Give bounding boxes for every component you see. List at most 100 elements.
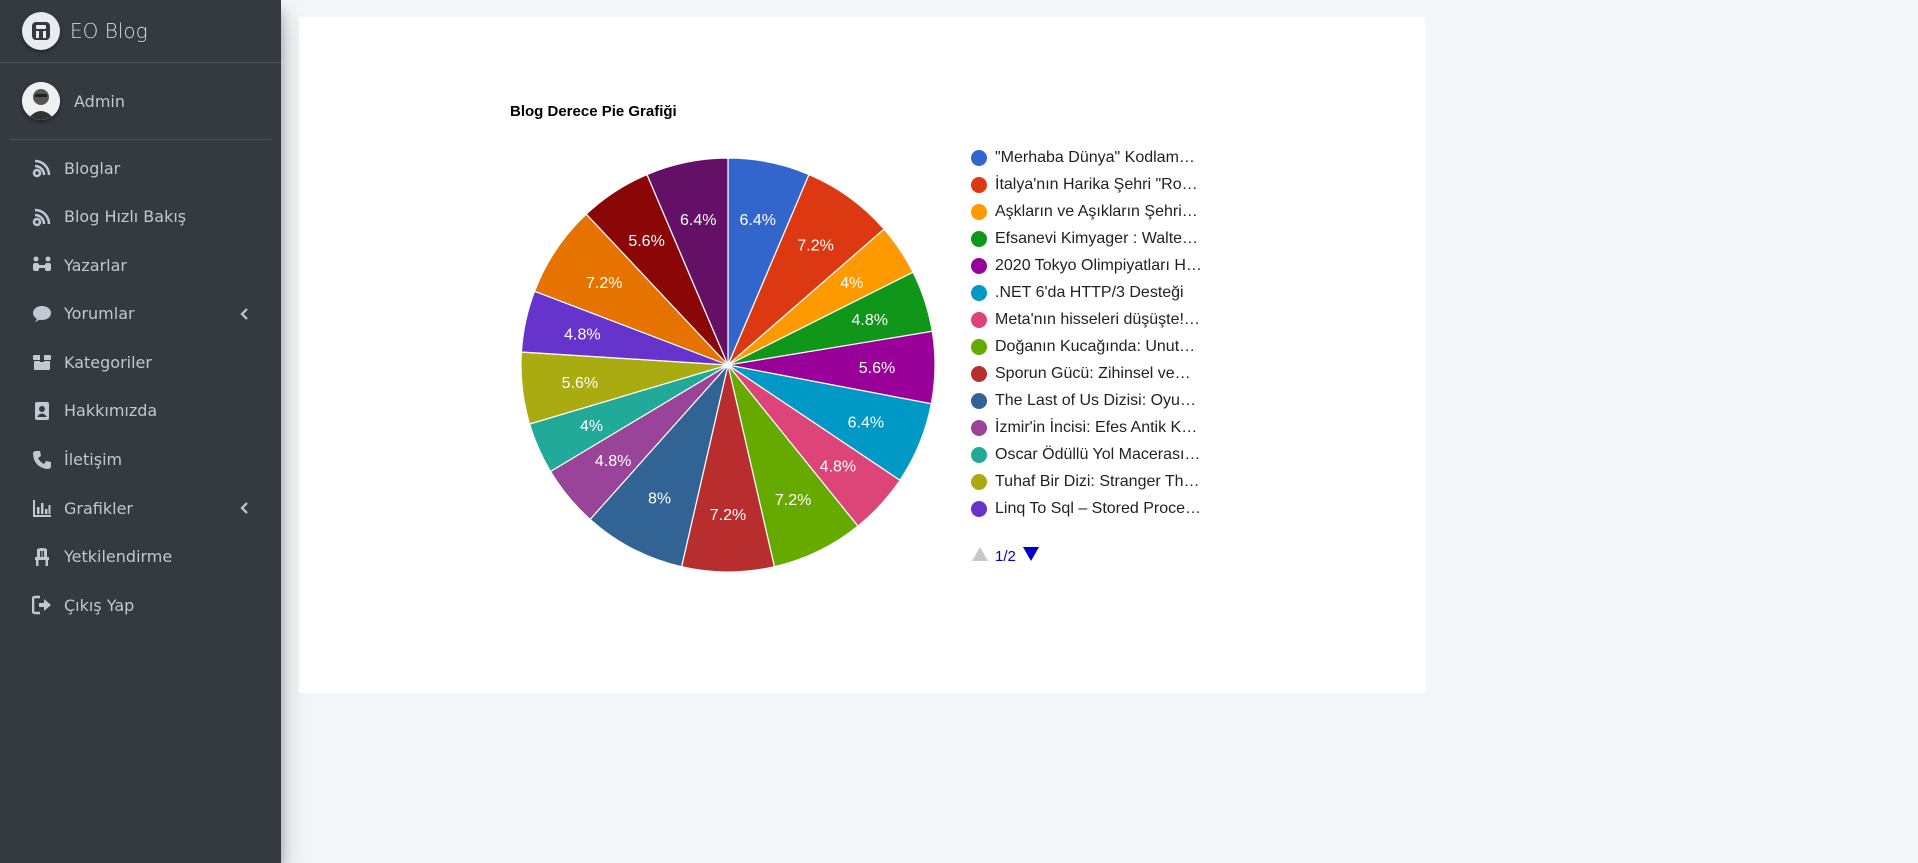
pie-slice-label: 6.4%	[680, 212, 716, 229]
sidebar-item-bloglar[interactable]: Bloglar	[10, 148, 271, 188]
sidebar: EO Blog Admin Bloglar Blog Hızlı Bakış Y…	[0, 0, 281, 863]
legend-item[interactable]: Meta'nın hisseleri düşüşte!…	[971, 306, 1202, 333]
legend-label: "Merhaba Dünya" Kodlam…	[995, 148, 1195, 166]
legend-label: .NET 6'da HTTP/3 Desteği	[995, 283, 1184, 301]
sidebar-item-yazarlar[interactable]: Yazarlar	[10, 245, 271, 285]
sidebar-item-label: Kategoriler	[64, 352, 152, 372]
sidebar-item-label: Bloglar	[64, 158, 121, 178]
sidebar-item-iletisim[interactable]: İletişim	[10, 440, 271, 480]
legend-label: Meta'nın hisseleri düşüşte!…	[995, 310, 1200, 328]
pie-slice-label: 8%	[648, 490, 671, 507]
pie-slice-label: 4.8%	[564, 326, 600, 343]
user-panel[interactable]: Admin	[10, 63, 271, 140]
legend-pager: 1/2	[971, 546, 1040, 566]
pie-slice-label: 4.8%	[595, 453, 631, 470]
pie-slice-label: 4%	[840, 275, 863, 292]
pie-slice-label: 6.4%	[740, 212, 776, 229]
legend-label: Tuhaf Bir Dizi: Stranger Th…	[995, 472, 1200, 490]
legend-label: İzmir'in İncisi: Efes Antik K…	[995, 418, 1198, 436]
pie-slice-label: 4.8%	[852, 312, 888, 329]
sidebar-item-label: Çıkış Yap	[64, 595, 135, 615]
legend-label: The Last of Us Dizisi: Oyu…	[995, 391, 1196, 409]
sidebar-item-cikis-yap[interactable]: Çıkış Yap	[10, 585, 271, 625]
chart-card: Blog Derece Pie Grafiği 6.4% 7.2% 4% 4.8% 5.…	[299, 17, 1425, 693]
avatar[interactable]	[22, 82, 60, 120]
sidebar-item-kategoriler[interactable]: Kategoriler	[10, 342, 271, 382]
pager-text: 1/2	[995, 547, 1016, 565]
legend-item[interactable]: İzmir'in İncisi: Efes Antik K…	[971, 414, 1202, 441]
chevron-left-icon	[239, 500, 249, 519]
legend-label: Linq To Sql – Stored Proce…	[995, 499, 1202, 517]
legend-item[interactable]: İtalya'nın Harika Şehri "Ro…	[971, 171, 1202, 198]
legend-item[interactable]: Linq To Sql – Stored Proce…	[971, 495, 1202, 522]
address-book-icon	[30, 399, 54, 423]
sidebar-item-label: Hakkımızda	[64, 401, 158, 421]
sidebar-item-yetkilendirme[interactable]: Yetkilendirme	[10, 537, 271, 577]
legend-swatch	[971, 149, 987, 166]
legend-item[interactable]: .NET 6'da HTTP/3 Desteği	[971, 279, 1202, 306]
sidebar-item-grafikler[interactable]: Grafikler	[10, 488, 271, 528]
users-icon	[30, 253, 54, 277]
legend-swatch	[971, 257, 987, 274]
comment-icon	[30, 302, 54, 326]
pie-slice-label: 7.2%	[775, 492, 811, 509]
brand-link[interactable]: EO Blog	[0, 0, 281, 63]
pie-chart: 6.4% 7.2% 4% 4.8% 5.6% 6.4% 4.8% 7.2% 7.2% 8% 4.8%…	[520, 157, 936, 573]
chair-icon	[30, 545, 54, 569]
legend-swatch	[971, 203, 987, 220]
chart-legend: "Merhaba Dünya" Kodlam… İtalya'nın Harika…	[971, 144, 1202, 522]
legend-label: Doğanın Kucağında: Unut…	[995, 337, 1196, 355]
brand-logo-icon	[22, 12, 60, 50]
legend-item[interactable]: Sporun Gücü: Zihinsel ve…	[971, 360, 1202, 387]
sidebar-item-label: İletişim	[64, 450, 123, 470]
legend-swatch	[971, 311, 987, 328]
legend-swatch	[971, 338, 987, 355]
pie-slice-label: 5.6%	[628, 233, 664, 250]
legend-swatch	[971, 284, 987, 301]
pager-next-icon[interactable]	[1022, 546, 1040, 566]
legend-item[interactable]: 2020 Tokyo Olimpiyatları H…	[971, 252, 1202, 279]
legend-item[interactable]: Tuhaf Bir Dizi: Stranger Th…	[971, 468, 1202, 495]
legend-label: Oscar Ödüllü Yol Macerası…	[995, 445, 1201, 463]
legend-swatch	[971, 230, 987, 247]
chevron-left-icon	[239, 306, 249, 325]
pie-slice-label: 4%	[580, 418, 603, 435]
user-name[interactable]: Admin	[74, 92, 125, 111]
pie-slice-label: 4.8%	[820, 459, 856, 476]
legend-swatch	[971, 446, 987, 463]
legend-swatch	[971, 500, 987, 517]
sidebar-item-yorumlar[interactable]: Yorumlar	[10, 294, 271, 334]
brand-name: EO Blog	[70, 19, 148, 43]
legend-item[interactable]: "Merhaba Dünya" Kodlam…	[971, 144, 1202, 171]
chart-title: Blog Derece Pie Grafiği	[510, 103, 677, 120]
phone-icon	[30, 448, 54, 472]
pie-slice-label: 7.2%	[797, 237, 833, 254]
legend-swatch	[971, 176, 987, 193]
chart-icon	[30, 496, 54, 520]
legend-item[interactable]: Efsanevi Kimyager : Walte…	[971, 225, 1202, 252]
blog-icon	[30, 205, 54, 229]
pager-prev-icon[interactable]	[971, 546, 989, 566]
pie-slice-label: 6.4%	[848, 415, 884, 432]
sidebar-nav: Bloglar Blog Hızlı Bakış Yazarlar Yoruml…	[0, 148, 281, 625]
box-icon	[30, 350, 54, 374]
sign-out-icon	[30, 593, 54, 617]
sidebar-item-label: Blog Hızlı Bakış	[64, 207, 187, 227]
legend-label: Sporun Gücü: Zihinsel ve…	[995, 364, 1191, 382]
legend-swatch	[971, 365, 987, 382]
legend-label: 2020 Tokyo Olimpiyatları H…	[995, 256, 1202, 274]
sidebar-item-hakkimizda[interactable]: Hakkımızda	[10, 391, 271, 431]
legend-label: İtalya'nın Harika Şehri "Ro…	[995, 175, 1198, 193]
legend-item[interactable]: Aşkların ve Aşıkların Şehri…	[971, 198, 1202, 225]
legend-item[interactable]: The Last of Us Dizisi: Oyu…	[971, 387, 1202, 414]
pie-slice-label: 7.2%	[586, 275, 622, 292]
legend-label: Aşkların ve Aşıkların Şehri…	[995, 202, 1198, 220]
sidebar-item-label: Yorumlar	[64, 304, 135, 324]
legend-item[interactable]: Oscar Ödüllü Yol Macerası…	[971, 441, 1202, 468]
legend-item[interactable]: Doğanın Kucağında: Unut…	[971, 333, 1202, 360]
sidebar-item-label: Grafikler	[64, 498, 133, 518]
legend-swatch	[971, 392, 987, 409]
legend-swatch	[971, 419, 987, 436]
sidebar-item-blog-hizli-bakis[interactable]: Blog Hızlı Bakış	[10, 197, 271, 237]
pie-slice-label: 5.6%	[562, 375, 598, 392]
